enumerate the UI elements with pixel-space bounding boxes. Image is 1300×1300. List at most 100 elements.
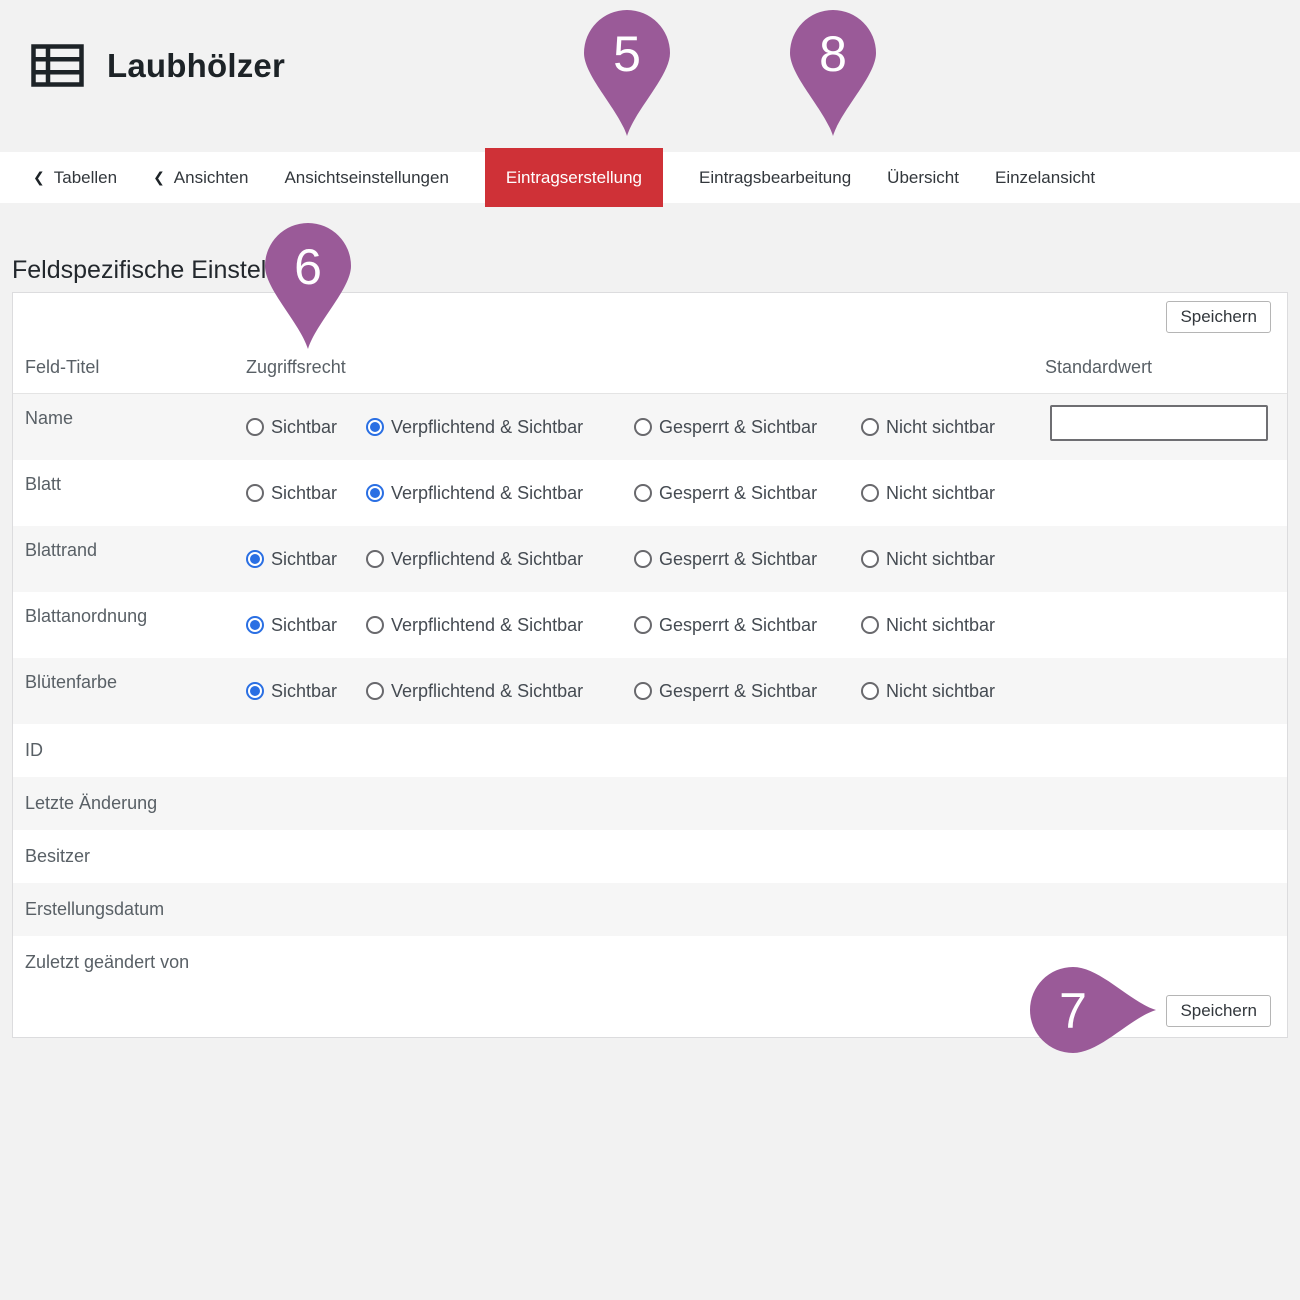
radio-option-gesperrt-sichtbar[interactable]: Gesperrt & Sichtbar [634,417,861,437]
radio-label: Gesperrt & Sichtbar [659,549,817,570]
table-row-erstellungsdatum: Erstellungsdatum [13,883,1287,936]
table-row-name: Name Sichtbar Verpflichtend & Sichtbar Gesp… [13,394,1287,460]
marker-pin-5: 5 [584,10,670,141]
save-button-bottom[interactable]: Speichern [1166,995,1271,1027]
marker-pin-8: 8 [790,10,876,141]
radio-label: Sichtbar [271,417,337,438]
table-row-letzte-aenderung: Letzte Änderung [13,777,1287,830]
radio-icon[interactable] [366,616,384,634]
radio-icon[interactable] [861,682,879,700]
nav-tab-tabellen[interactable]: ❮ Tabellen [33,168,117,188]
field-title-label: Zuletzt geändert von [25,952,1287,973]
radio-icon[interactable] [366,418,384,436]
nav-tab-label: Übersicht [887,168,959,188]
radio-option-nicht-sichtbar[interactable]: Nicht sichtbar [861,681,1287,701]
radio-option-nicht-sichtbar[interactable]: Nicht sichtbar [861,483,1287,503]
radio-label: Sichtbar [271,483,337,504]
radio-icon[interactable] [861,484,879,502]
radio-icon[interactable] [634,682,652,700]
table-row-bluetenfarbe: BlütenfarbeSichtbarVerpflichtend & Sicht… [13,658,1287,724]
field-title-label: Blattrand [25,526,246,561]
field-title-label: Blatt [25,460,246,495]
table-icon [31,44,84,87]
chevron-left-icon: ❮ [33,171,45,185]
radio-icon[interactable] [861,418,879,436]
radio-option-verpflichtend-sichtbar[interactable]: Verpflichtend & Sichtbar [366,483,634,503]
field-title-label: Name [25,394,246,429]
radio-option-verpflichtend-sichtbar[interactable]: Verpflichtend & Sichtbar [366,549,634,569]
radio-option-gesperrt-sichtbar[interactable]: Gesperrt & Sichtbar [634,483,861,503]
radio-label: Verpflichtend & Sichtbar [391,681,583,702]
table-row-id: ID [13,724,1287,777]
table-row-zuletzt-geaendert-von: Zuletzt geändert von [13,936,1287,989]
radio-option-nicht-sichtbar[interactable]: Nicht sichtbar [861,615,1287,635]
radio-option-sichtbar[interactable]: Sichtbar [246,615,366,635]
field-title-label: Letzte Änderung [25,793,1287,814]
radio-option-gesperrt-sichtbar[interactable]: Gesperrt & Sichtbar [634,549,861,569]
radio-icon[interactable] [246,550,264,568]
radio-option-sichtbar[interactable]: Sichtbar [246,417,366,437]
radio-option-sichtbar[interactable]: Sichtbar [246,681,366,701]
default-value-input[interactable] [1050,405,1268,441]
table-header-row: Feld-Titel Zugriffsrecht Standardwert [13,341,1287,394]
marker-number: 5 [613,26,641,82]
nav-tab-label: Einzelansicht [995,168,1095,188]
field-title-label: ID [25,740,1287,761]
radio-option-verpflichtend-sichtbar[interactable]: Verpflichtend & Sichtbar [366,681,634,701]
radio-option-gesperrt-sichtbar[interactable]: Gesperrt & Sichtbar [634,681,861,701]
radio-label: Verpflichtend & Sichtbar [391,483,583,504]
nav-tab-eintragsbearbeitung[interactable]: Eintragsbearbeitung [699,168,851,188]
radio-option-gesperrt-sichtbar[interactable]: Gesperrt & Sichtbar [634,615,861,635]
marker-number: 8 [819,26,847,82]
radio-icon[interactable] [861,550,879,568]
chevron-left-icon: ❮ [153,171,165,185]
radio-icon[interactable] [861,616,879,634]
radio-icon[interactable] [634,550,652,568]
radio-option-verpflichtend-sichtbar[interactable]: Verpflichtend & Sichtbar [366,615,634,635]
column-header-default: Standardwert [1045,357,1287,378]
radio-option-verpflichtend-sichtbar[interactable]: Verpflichtend & Sichtbar [366,417,634,437]
radio-label: Sichtbar [271,681,337,702]
radio-option-nicht-sichtbar[interactable]: Nicht sichtbar [861,549,1287,569]
radio-icon[interactable] [634,418,652,436]
nav-tab-uebersicht[interactable]: Übersicht [887,168,959,188]
table-row-blatt: Blatt Sichtbar Verpflichtend & Sichtbar Ges… [13,460,1287,526]
radio-label: Gesperrt & Sichtbar [659,681,817,702]
card-toolbar: Speichern [13,293,1287,341]
radio-label: Nicht sichtbar [886,549,995,570]
radio-option-sichtbar[interactable]: Sichtbar [246,483,366,503]
radio-icon[interactable] [366,682,384,700]
radio-icon[interactable] [246,418,264,436]
card-footer: Speichern [13,989,1287,1038]
radio-icon[interactable] [634,484,652,502]
radio-label: Verpflichtend & Sichtbar [391,417,583,438]
page-title: Laubhölzer [107,47,285,85]
radio-icon[interactable] [246,484,264,502]
nav-tab-ansichtseinstellungen[interactable]: Ansichtseinstellungen [284,168,448,188]
column-header-field: Feld-Titel [25,357,246,378]
nav-tab-einzelansicht[interactable]: Einzelansicht [995,168,1095,188]
radio-icon[interactable] [246,616,264,634]
save-button-top[interactable]: Speichern [1166,301,1271,333]
radio-icon[interactable] [634,616,652,634]
nav-tab-label: Tabellen [54,168,117,188]
nav-tab-label: Ansichten [174,168,249,188]
radio-label: Nicht sichtbar [886,483,995,504]
radio-icon[interactable] [366,550,384,568]
field-title-label: Besitzer [25,846,1287,867]
field-title-label: Erstellungsdatum [25,899,1287,920]
radio-icon[interactable] [366,484,384,502]
radio-label: Sichtbar [271,615,337,636]
field-settings-card: Speichern Feld-Titel Zugriffsrecht Stand… [12,292,1288,1038]
radio-label: Verpflichtend & Sichtbar [391,615,583,636]
radio-label: Verpflichtend & Sichtbar [391,549,583,570]
nav-tab-eintragserstellung[interactable]: Eintragserstellung [485,148,663,207]
radio-label: Nicht sichtbar [886,681,995,702]
nav-tab-label: Eintragsbearbeitung [699,168,851,188]
nav-tab-ansichten[interactable]: ❮ Ansichten [153,168,248,188]
radio-label: Nicht sichtbar [886,417,995,438]
table-row-blattanordnung: BlattanordnungSichtbarVerpflichtend & Si… [13,592,1287,658]
radio-icon[interactable] [246,682,264,700]
radio-option-sichtbar[interactable]: Sichtbar [246,549,366,569]
nav-tab-label: Ansichtseinstellungen [284,168,448,188]
